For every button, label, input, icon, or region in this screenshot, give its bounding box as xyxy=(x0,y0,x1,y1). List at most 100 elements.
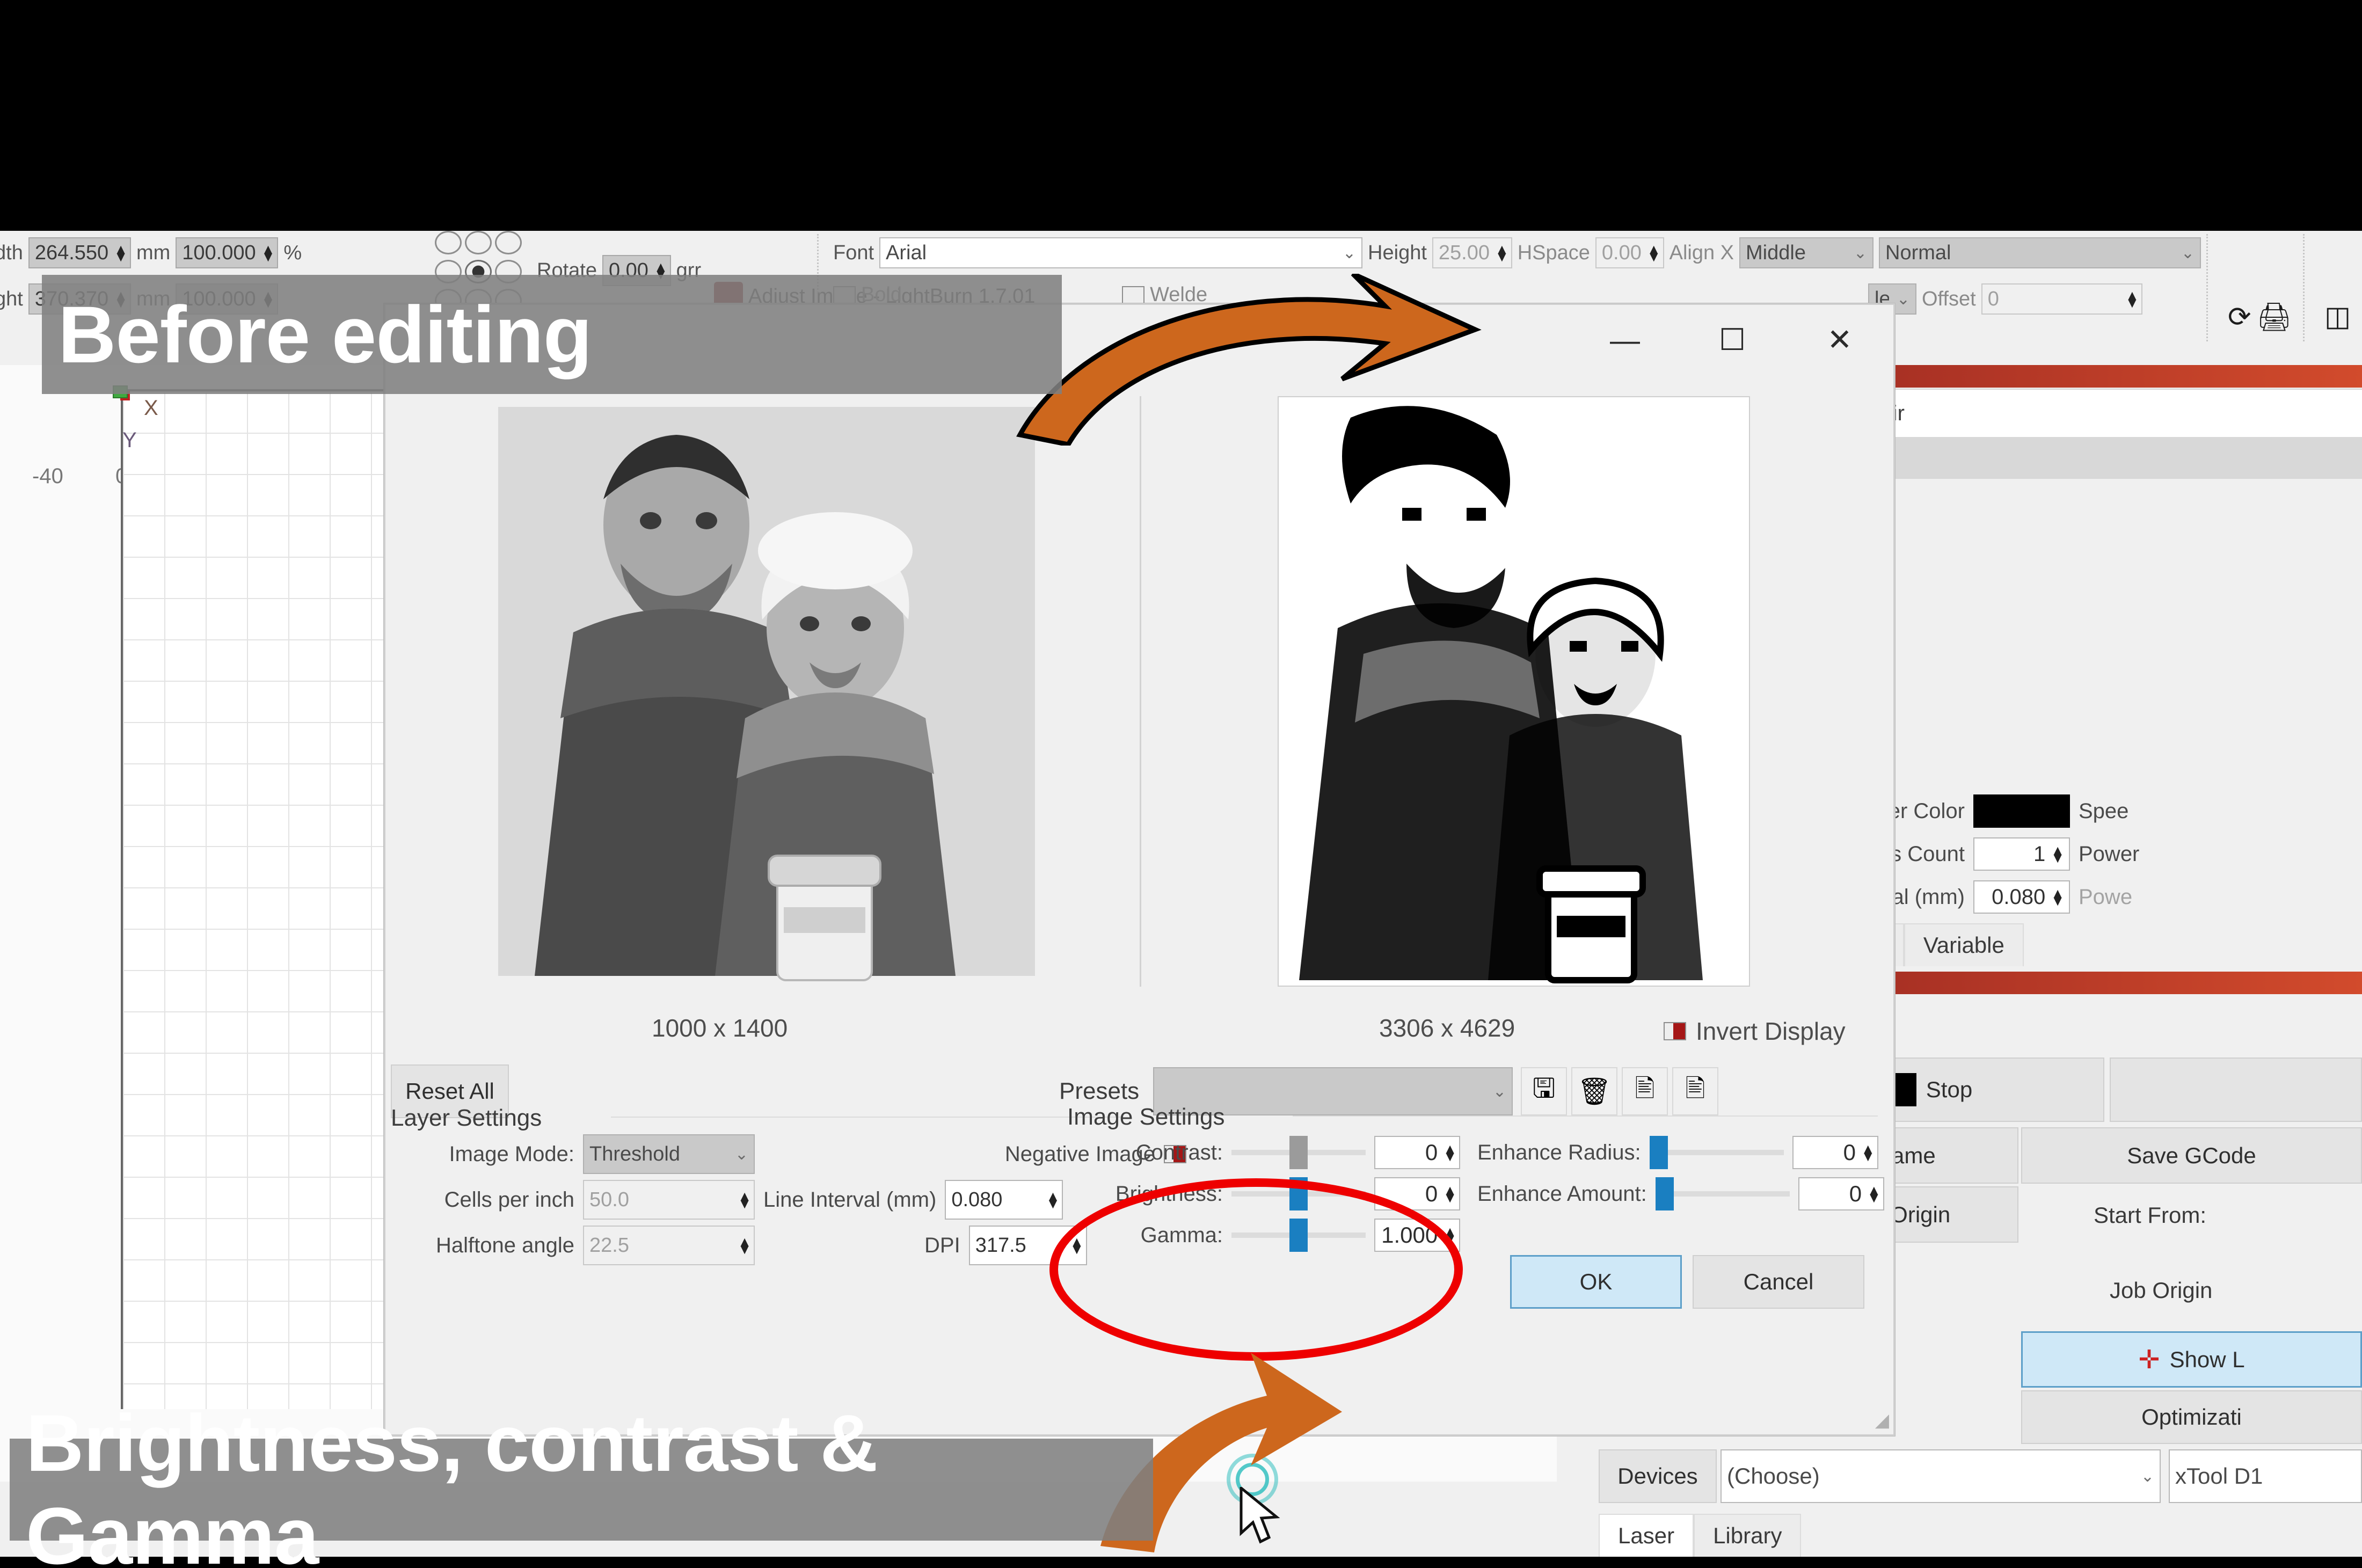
chevron-down-icon: ⌄ xyxy=(1897,290,1910,309)
width-input[interactable]: 264.550 ▲▼ xyxy=(28,237,131,268)
toolbar-icon-group: ⟳ 🖨 xyxy=(2228,301,2292,333)
enhance-amount-input[interactable]: 0▲▼ xyxy=(1798,1177,1884,1210)
align-x-combo[interactable]: Middle ⌄ xyxy=(1739,237,1873,268)
device-choose-combo[interactable]: (Choose) ⌄ xyxy=(1721,1449,2161,1503)
save-icon[interactable]: 🖫 xyxy=(1521,1067,1567,1115)
device-name-combo[interactable]: xTool D1 xyxy=(2169,1449,2362,1503)
invert-display-checkbox[interactable] xyxy=(1664,1022,1686,1040)
export-icon[interactable]: 🖹 xyxy=(1622,1067,1668,1115)
tab-laser[interactable]: Laser xyxy=(1599,1514,1694,1557)
cancel-button[interactable]: Cancel xyxy=(1693,1255,1864,1309)
text-height-stepper-icon[interactable]: ▲▼ xyxy=(1495,245,1509,261)
show-last-position-button[interactable]: ✛ Show L xyxy=(2021,1331,2362,1388)
halftone-angle-label: Halftone angle xyxy=(397,1234,574,1258)
rotate-refresh-icon[interactable]: ⟳ xyxy=(2228,301,2251,333)
job-origin-label: Job Origin xyxy=(2110,1278,2212,1303)
tab-library[interactable]: Library xyxy=(1694,1514,1801,1557)
layer-color-swatch[interactable] xyxy=(1973,794,2070,828)
crosshair-icon: ✛ xyxy=(2138,1345,2160,1375)
source-preview[interactable] xyxy=(394,380,1140,1003)
import-icon[interactable]: 🖹 xyxy=(1672,1067,1718,1115)
text-height-input[interactable]: 25.00 ▲▼ xyxy=(1432,237,1512,268)
ruler-top-tick: -40 xyxy=(32,464,63,488)
power-label: Power xyxy=(2079,842,2139,866)
width-label: dth xyxy=(0,242,23,265)
pause-button[interactable] xyxy=(2110,1058,2362,1122)
hspace-stepper-icon[interactable]: ▲▼ xyxy=(1647,245,1661,261)
enhance-radius-label: Enhance Radius: xyxy=(1477,1141,1641,1165)
optimization-settings-button[interactable]: Optimizati xyxy=(2021,1390,2362,1444)
font-label: Font xyxy=(833,242,874,265)
layer-settings-divider xyxy=(611,1117,1121,1118)
image-mode-row: Image Mode: Threshold ⌄ Negative Image xyxy=(397,1134,1186,1174)
preview-panels xyxy=(394,380,1886,1003)
unit-mm-label: mm xyxy=(136,242,170,265)
interval-input[interactable]: 0.080▲▼ xyxy=(1973,880,2070,914)
dimension-row: 1000 x 1400 3306 x 4629 Invert Display xyxy=(394,1008,1886,1056)
hspace-label: HSpace xyxy=(1518,242,1590,265)
pass-count-input[interactable]: 1▲▼ xyxy=(1973,837,2070,871)
cells-per-inch-label: Cells per inch xyxy=(397,1188,574,1212)
tab-variable[interactable]: Variable xyxy=(1904,923,2024,966)
normal-combo[interactable]: Normal ⌄ xyxy=(1879,237,2201,268)
halftone-angle-row: Halftone angle 22.5 ▲▼ DPI 317.5 ▲▼ xyxy=(397,1226,1087,1265)
width-stepper-icon[interactable]: ▲▼ xyxy=(114,245,128,261)
invert-display-control[interactable]: Invert Display xyxy=(1664,1017,1846,1046)
contrast-input[interactable]: 0▲▼ xyxy=(1374,1136,1460,1169)
line-interval-label: Line Interval (mm) xyxy=(763,1188,936,1212)
resize-handle-icon[interactable]: ◢ xyxy=(1875,1410,1889,1431)
cells-per-inch-input[interactable]: 50.0 ▲▼ xyxy=(583,1180,755,1220)
enhance-amount-slider[interactable] xyxy=(1656,1191,1790,1197)
offset-label: Offset xyxy=(1922,288,1976,311)
presets-label: Presets xyxy=(1059,1078,1139,1105)
width-percent-stepper-icon[interactable]: ▲▼ xyxy=(261,245,275,261)
output-dimensions: 3306 x 4629 xyxy=(1379,1013,1515,1042)
offset-group: le ⌄ Offset 0 ▲▼ xyxy=(1868,283,2142,315)
line-interval-input[interactable]: 0.080 ▲▼ xyxy=(945,1180,1063,1220)
close-button[interactable]: ✕ xyxy=(1786,305,1893,375)
maximize-button[interactable]: ☐ xyxy=(1679,305,1786,375)
devices-button[interactable]: Devices xyxy=(1599,1449,1717,1503)
image-settings-title: Image Settings xyxy=(1067,1104,1225,1131)
width-percent-input[interactable]: 100.000 ▲▼ xyxy=(176,237,278,268)
dpi-label: DPI xyxy=(924,1234,960,1258)
trash-icon[interactable]: 🗑 xyxy=(1571,1067,1617,1115)
source-dimensions: 1000 x 1400 xyxy=(652,1013,788,1042)
source-photo xyxy=(444,396,1089,987)
mirror-icon[interactable]: ◫ xyxy=(2324,301,2351,333)
axis-x-label: X xyxy=(144,396,158,420)
font-field-group: Font Arial ⌄ Height 25.00 ▲▼ HSpace 0.00… xyxy=(833,237,2201,268)
callout-arrow-top xyxy=(1009,274,1482,446)
power-label-2: Powe xyxy=(2079,885,2132,909)
contrast-label: Contrast: xyxy=(1078,1141,1223,1165)
output-preview[interactable] xyxy=(1141,380,1887,1003)
font-combo[interactable]: Arial ⌄ xyxy=(879,237,1362,268)
chevron-down-icon: ⌄ xyxy=(1493,1082,1506,1101)
offset-stepper-icon[interactable]: ▲▼ xyxy=(2125,291,2139,307)
height-label: ght xyxy=(0,288,23,311)
contrast-slider[interactable] xyxy=(1231,1150,1366,1155)
image-mode-combo[interactable]: Threshold ⌄ xyxy=(583,1134,755,1174)
image-settings-divider xyxy=(1293,1115,1878,1117)
save-gcode-button[interactable]: Save GCode xyxy=(2021,1127,2362,1184)
chevron-down-icon: ⌄ xyxy=(2141,1467,2154,1486)
hspace-input[interactable]: 0.00 ▲▼ xyxy=(1595,237,1664,268)
bottom-dock-tabs[interactable]: Laser Library xyxy=(1599,1514,1801,1557)
percent-label: % xyxy=(283,242,302,265)
ok-button[interactable]: OK xyxy=(1510,1255,1682,1309)
invert-display-label: Invert Display xyxy=(1696,1017,1846,1046)
toolbar-separator-3 xyxy=(2303,234,2305,341)
enhance-radius-input[interactable]: 0▲▼ xyxy=(1792,1136,1878,1169)
toolbar-icon-group-2: ◫ xyxy=(2324,301,2351,333)
print-cut-icon[interactable]: 🖨 xyxy=(2257,301,2292,333)
halftone-angle-input[interactable]: 22.5 ▲▼ xyxy=(583,1226,755,1265)
cells-per-inch-row: Cells per inch 50.0 ▲▼ Line Interval (mm… xyxy=(397,1180,1063,1220)
align-x-label: Align X xyxy=(1670,242,1734,265)
chevron-down-icon: ⌄ xyxy=(1854,244,1867,262)
minimize-button[interactable]: — xyxy=(1571,305,1679,375)
toolbar-separator-2 xyxy=(2206,234,2208,341)
offset-input[interactable]: 0 ▲▼ xyxy=(1981,283,2142,315)
enhance-radius-slider[interactable] xyxy=(1650,1150,1784,1155)
chevron-down-icon: ⌄ xyxy=(1343,244,1356,262)
start-from-label: Start From: xyxy=(2094,1202,2206,1228)
